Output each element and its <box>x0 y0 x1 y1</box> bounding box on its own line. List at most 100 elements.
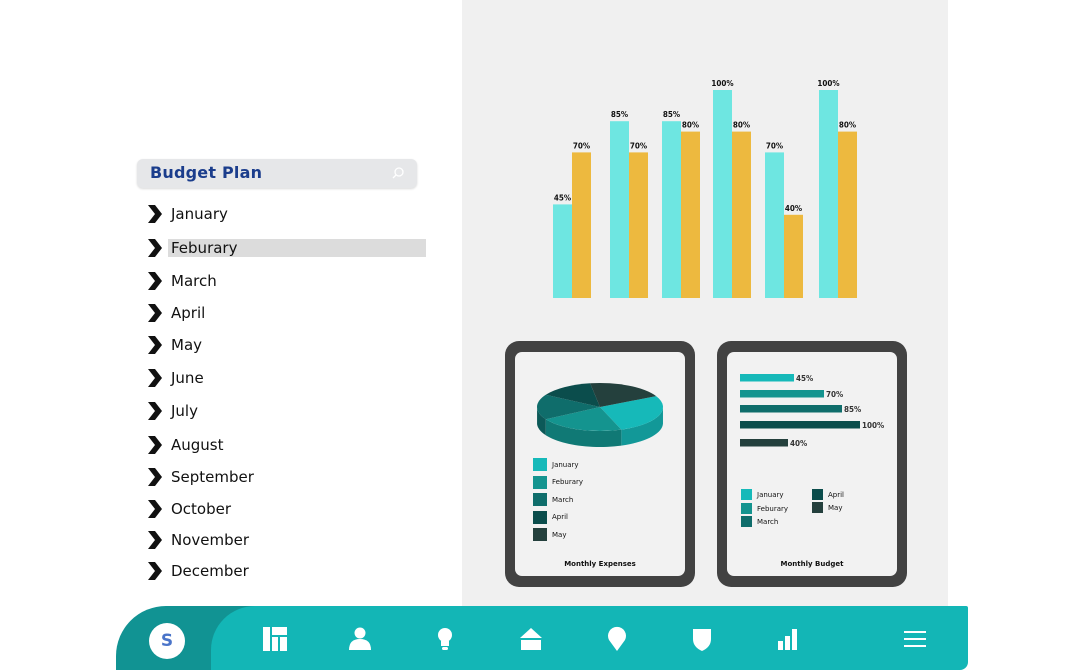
hbar-value-label: 85% <box>844 405 861 414</box>
month-item-july[interactable]: July <box>146 401 426 421</box>
legend-label: April <box>552 513 568 521</box>
month-label: May <box>171 336 203 354</box>
monthly-budget-title: Monthly Budget <box>780 560 844 568</box>
month-item-october[interactable]: October <box>146 499 426 519</box>
hbar-value-label: 45% <box>796 374 813 383</box>
legend-item-january: January <box>533 458 579 471</box>
chevron-right-icon <box>148 500 162 518</box>
legend-swatch <box>533 458 547 471</box>
legend-label: Feburary <box>552 478 584 486</box>
legend-item-april: April <box>533 510 568 524</box>
bar-value-label: 80% <box>682 121 699 130</box>
monthly-expenses-title: Monthly Expenses <box>564 560 636 568</box>
legend-swatch <box>741 516 752 527</box>
bar-value-label: 80% <box>733 121 750 130</box>
location-pin-icon[interactable] <box>604 626 630 652</box>
chevron-right-icon <box>148 436 162 454</box>
chevron-right-icon <box>148 304 162 322</box>
hbar-value-label: 100% <box>862 421 884 430</box>
bar-gold-3 <box>681 131 700 298</box>
bar-gold-1 <box>572 152 591 298</box>
month-item-june[interactable]: June <box>146 368 426 388</box>
month-label: March <box>171 272 217 290</box>
bar-cyan-2 <box>610 121 629 298</box>
home-icon[interactable] <box>518 626 544 652</box>
monthly-expenses-pie <box>537 383 663 447</box>
legend-item-march: March <box>741 516 778 527</box>
month-item-december[interactable]: December <box>146 561 426 581</box>
legend-swatch <box>812 502 823 513</box>
chevron-right-icon <box>148 272 162 290</box>
month-label: August <box>171 436 224 454</box>
dashboard-icon[interactable] <box>262 626 288 652</box>
bar-value-label: 85% <box>611 110 628 119</box>
hbar-may <box>740 439 788 447</box>
shield-icon[interactable] <box>689 626 715 652</box>
legend-item-feburary: Feburary <box>741 503 788 514</box>
hbar-january <box>740 374 794 382</box>
bar-value-label: 45% <box>554 193 571 202</box>
search-icon[interactable] <box>391 166 405 180</box>
legend-item-april: April <box>812 489 844 500</box>
month-item-feburary[interactable]: Feburary <box>146 238 426 258</box>
month-item-may[interactable]: May <box>146 335 426 355</box>
bar-value-label: 70% <box>573 141 590 150</box>
budget-plan-screen: Budget Plan January Feburary March April May… <box>0 0 1068 670</box>
month-label: June <box>171 369 204 387</box>
menu-icon[interactable] <box>902 626 928 652</box>
chevron-right-icon <box>148 336 162 354</box>
legend-label: April <box>828 490 844 499</box>
month-item-january[interactable]: January <box>146 204 426 224</box>
chevron-right-icon <box>148 468 162 486</box>
avatar[interactable]: S <box>149 623 185 659</box>
legend-swatch <box>533 510 547 524</box>
month-label: October <box>171 500 232 518</box>
legend-item-march: March <box>533 493 573 506</box>
bar-chart-icon[interactable] <box>775 626 801 652</box>
chevron-right-icon <box>148 205 162 223</box>
month-label: December <box>171 562 249 580</box>
legend-swatch <box>741 489 752 500</box>
lightbulb-icon[interactable] <box>432 626 458 652</box>
month-item-april[interactable]: April <box>146 303 426 323</box>
legend-label: March <box>757 517 779 526</box>
hbar-feburary <box>740 390 824 398</box>
monthly-budget-bars: 45% 70%85%100% 40% <box>740 374 884 448</box>
hbar-march <box>740 405 842 413</box>
monthly-expenses-screen: January Feburary March April May Monthly Exp… <box>515 352 685 576</box>
nav-bar <box>211 606 968 670</box>
search-title: Budget Plan <box>150 163 263 182</box>
month-item-march[interactable]: March <box>146 271 426 291</box>
user-icon[interactable] <box>347 626 373 652</box>
bar-value-label: 70% <box>766 141 783 150</box>
legend-swatch <box>533 493 547 506</box>
month-item-august[interactable]: August <box>146 435 426 455</box>
bar-cyan-5 <box>765 152 784 298</box>
month-label: September <box>171 468 254 486</box>
legend-label: May <box>552 530 567 539</box>
month-label: November <box>171 531 250 549</box>
month-label: Feburary <box>168 239 426 257</box>
hbar-value-label: 70% <box>826 390 843 399</box>
bar-cyan-3 <box>662 121 681 298</box>
month-label: July <box>171 402 198 420</box>
legend-swatch <box>533 475 547 489</box>
legend-label: Feburary <box>757 504 789 513</box>
bar-value-label: 100% <box>817 79 839 88</box>
chevron-right-icon <box>148 402 162 420</box>
bar-value-label: 100% <box>711 79 733 88</box>
bar-gold-5 <box>784 214 803 298</box>
legend-label: May <box>828 503 843 512</box>
chevron-right-icon <box>148 562 162 580</box>
legend-item-feburary: Feburary <box>533 475 584 489</box>
monthly-expenses-card: January Feburary March April May Monthly Exp… <box>505 341 695 587</box>
bar-cyan-1 <box>553 204 572 298</box>
legend-item-january: January <box>741 489 784 500</box>
month-item-november[interactable]: November <box>146 530 426 550</box>
legend-swatch <box>812 489 823 500</box>
month-label: April <box>171 304 206 322</box>
search-bar[interactable]: Budget Plan <box>137 159 417 188</box>
bar-value-label: 70% <box>630 141 647 150</box>
month-item-september[interactable]: September <box>146 467 426 487</box>
month-label: January <box>171 205 228 223</box>
